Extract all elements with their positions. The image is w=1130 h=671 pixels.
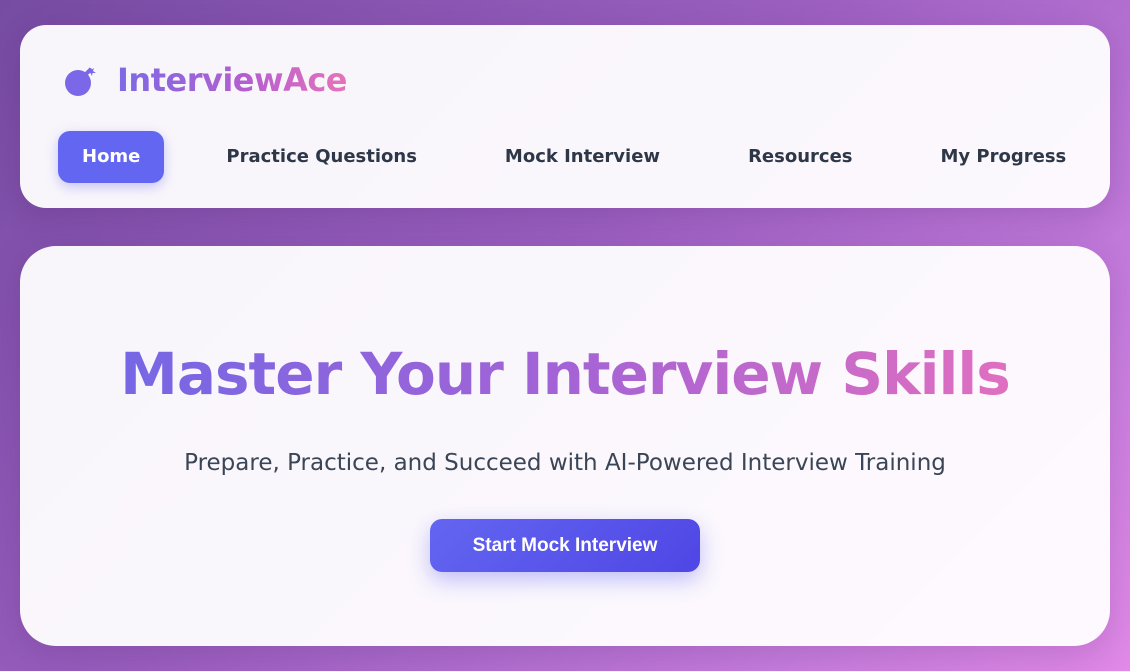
hero-title: Master Your Interview Skills (20, 334, 1110, 414)
nav-item-mock-interview[interactable]: Mock Interview (481, 131, 684, 183)
start-mock-interview-button[interactable]: Start Mock Interview (430, 519, 700, 572)
hero-title-text: Master Your Interview Skills (120, 340, 1011, 408)
brand-name: InterviewAce (117, 61, 348, 99)
main-nav: Home Practice Questions Mock Interview R… (58, 131, 1090, 183)
brand[interactable]: InterviewAce (63, 60, 348, 100)
nav-item-practice-questions[interactable]: Practice Questions (202, 131, 441, 183)
bomb-icon (65, 67, 96, 96)
nav-item-my-progress[interactable]: My Progress (917, 131, 1091, 183)
hero-section: Master Your Interview Skills Prepare, Pr… (20, 246, 1110, 646)
nav-item-home[interactable]: Home (58, 131, 165, 183)
header-card: InterviewAce Home Practice Questions Moc… (20, 25, 1110, 208)
nav-item-resources[interactable]: Resources (724, 131, 876, 183)
hero-subtitle: Prepare, Practice, and Succeed with AI-P… (184, 450, 946, 476)
